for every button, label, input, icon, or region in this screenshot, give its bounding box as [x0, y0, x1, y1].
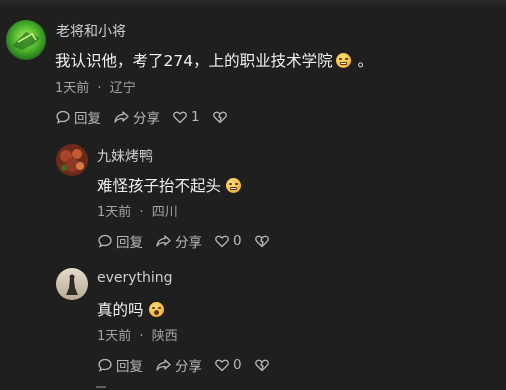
share-arrow-icon: [156, 359, 171, 371]
shocked-emoji-icon: [148, 301, 164, 317]
broken-heart-icon: [212, 111, 227, 124]
comment-text: 我认识他，考了274，上的职业技术学院 。: [55, 49, 373, 71]
broken-heart-icon: [254, 359, 269, 372]
reply-label: 回复: [116, 235, 143, 251]
share-button[interactable]: 分享: [113, 107, 160, 127]
share-button[interactable]: 分享: [155, 355, 202, 375]
comment-bubble-icon: [98, 358, 112, 372]
reply-button[interactable]: 回复: [55, 107, 101, 127]
avatar[interactable]: [6, 20, 46, 60]
comment-text-tail: 。: [357, 52, 374, 70]
username[interactable]: 九妹烤鸭: [97, 146, 153, 166]
reply-button[interactable]: 回复: [97, 355, 143, 375]
grimace-emoji-icon: [226, 177, 242, 193]
like-button[interactable]: 1: [172, 109, 200, 125]
dislike-button[interactable]: [212, 109, 231, 125]
comment-text-body: 我认识他，考了274，上的职业技术学院: [55, 52, 333, 70]
share-arrow-icon: [156, 235, 171, 247]
like-button[interactable]: 0: [214, 357, 242, 373]
like-button[interactable]: 0: [214, 233, 242, 249]
meta-separator: ·: [97, 81, 102, 96]
dislike-button[interactable]: [254, 233, 273, 249]
avatar[interactable]: [56, 268, 88, 300]
like-count: 0: [233, 233, 242, 249]
reply-label: 回复: [74, 111, 101, 127]
like-count: 1: [191, 109, 200, 125]
meta-separator: ·: [139, 329, 144, 344]
broken-heart-icon: [254, 235, 269, 248]
comment-actions: 回复 分享 1: [55, 107, 243, 127]
expand-replies-hint-icon[interactable]: [95, 384, 107, 390]
comment-thread: 老将和小将 我认识他，考了274，上的职业技术学院 。 1天前 · 辽宁 回复 …: [0, 0, 506, 390]
meta-separator: ·: [139, 205, 144, 220]
comment-actions: 回复 分享 0: [97, 355, 285, 375]
heart-icon: [215, 359, 229, 372]
comment-location: 辽宁: [109, 81, 136, 96]
reply-label: 回复: [116, 359, 143, 375]
heart-icon: [215, 235, 229, 248]
comment-actions: 回复 分享 0: [97, 231, 285, 251]
like-count: 0: [233, 357, 242, 373]
heart-icon: [173, 111, 187, 124]
share-arrow-icon: [114, 111, 129, 123]
avatar[interactable]: [56, 144, 88, 176]
comment-time: 1天前: [97, 329, 132, 344]
comment-location: 陕西: [151, 329, 178, 344]
comment-time: 1天前: [55, 81, 90, 96]
comment-time: 1天前: [97, 205, 132, 220]
comment-meta: 1天前 · 陕西: [97, 325, 178, 344]
comment-meta: 1天前 · 四川: [97, 201, 178, 220]
share-label: 分享: [133, 111, 160, 127]
grimace-emoji-icon: [335, 52, 351, 68]
comment-location: 四川: [151, 205, 178, 220]
dislike-button[interactable]: [254, 357, 273, 373]
comment-text-body: 真的吗: [97, 301, 144, 319]
username[interactable]: 老将和小将: [56, 21, 126, 41]
comment-bubble-icon: [56, 110, 70, 124]
share-button[interactable]: 分享: [155, 231, 202, 251]
share-label: 分享: [175, 235, 202, 251]
comment-text: 真的吗: [97, 298, 167, 320]
scroll-top-fade: [0, 0, 506, 8]
reply-button[interactable]: 回复: [97, 231, 143, 251]
comment-bubble-icon: [98, 234, 112, 248]
comment-text: 难怪孩子抬不起头: [97, 174, 244, 196]
comment-meta: 1天前 · 辽宁: [55, 77, 136, 96]
share-label: 分享: [175, 359, 202, 375]
comment-text-body: 难怪孩子抬不起头: [97, 177, 222, 195]
username[interactable]: everything: [97, 270, 173, 286]
